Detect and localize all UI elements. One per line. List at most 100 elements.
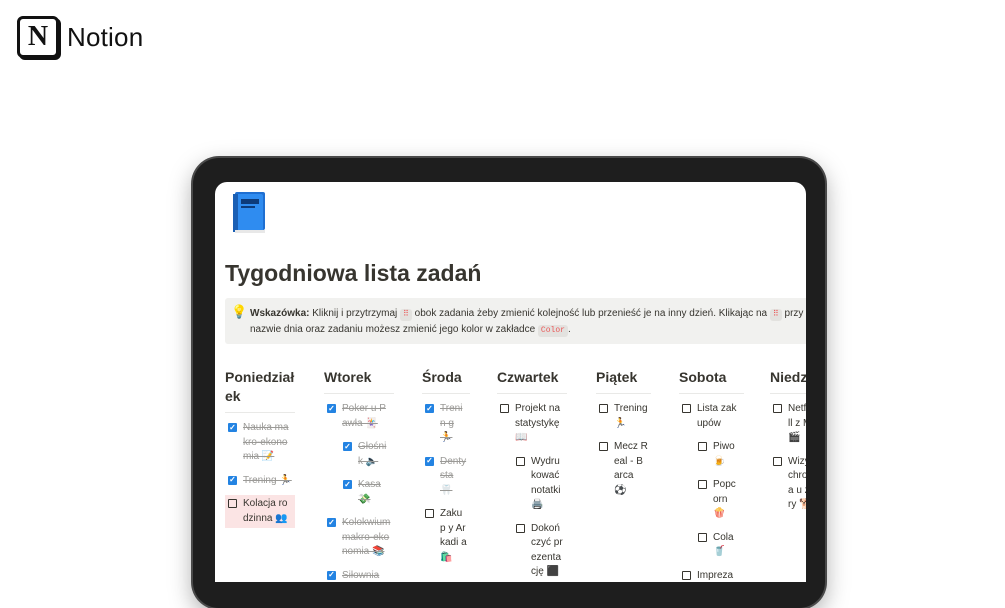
checkbox-checked-icon[interactable] (228, 475, 237, 485)
checkbox-icon[interactable] (500, 404, 509, 413)
task-item[interactable]: Wizyta schroniska u z Mary 🐕 (770, 453, 806, 515)
checkbox-icon[interactable] (682, 404, 691, 413)
task-item[interactable]: Siłownia 💪 (324, 567, 394, 583)
checkbox-icon[interactable] (599, 442, 608, 451)
task-item[interactable]: Trenin g 🏃 (422, 400, 470, 448)
day-header[interactable]: Środa (422, 368, 470, 393)
lightbulb-icon: 💡 (231, 304, 248, 319)
task-item[interactable]: Projekt na statystykę 📖 (497, 400, 567, 448)
checkbox-checked-icon[interactable] (343, 442, 352, 451)
task-item[interactable]: Netflix hill z Mary 🎬 (770, 400, 806, 448)
checkbox-checked-icon[interactable] (327, 404, 336, 413)
task-label: Wizyta schroniska u z Mary 🐕 (788, 455, 806, 511)
checkbox-checked-icon[interactable] (425, 456, 434, 466)
day-header[interactable]: Piątek (596, 368, 651, 393)
task-label: Impreza u Tomka (697, 569, 734, 581)
callout-part1: Kliknij i przytrzymaj (309, 308, 401, 319)
task-label: Denty sta 🦷 (440, 455, 467, 496)
divider (324, 393, 394, 394)
checkbox-checked-icon[interactable] (343, 480, 352, 489)
notion-logo-icon: N (17, 16, 59, 58)
checkbox-icon[interactable] (425, 509, 434, 518)
day-column: Środa Trenin g 🏃 Denty sta 🦷 Zakup y Arkadi… (422, 368, 470, 572)
task-item[interactable]: Nauka makro-ekonomia 📝 (225, 419, 295, 467)
divider (770, 393, 806, 394)
task-item[interactable]: Zakup y Arkadi a 🛍️ (422, 505, 470, 567)
drag-handle-token: ⠿ (400, 309, 412, 321)
task-label: Poker u Pawła 🃏 (342, 403, 386, 429)
day-header[interactable]: Czwartek (497, 368, 567, 393)
checkbox-icon[interactable] (516, 456, 525, 466)
callout-bold: Wskazówka: (250, 308, 310, 319)
checkbox-icon[interactable] (599, 404, 608, 413)
day-column: Sobota Lista zakupów Piwo 🍺 Popcorn 🍿 Cola 🥤… (679, 368, 744, 582)
task-label: Projekt na statystykę 📖 (515, 403, 561, 443)
task-label: Trenin g 🏃 (440, 403, 463, 443)
day-header[interactable]: Poniedział ek (225, 368, 295, 412)
notion-brand: N Notion (17, 16, 143, 58)
task-label: Dokończyć prezentację ⬛ (531, 522, 563, 578)
notion-page: Tygodniowa lista zadań 💡 Wskazówka: Klik… (215, 182, 806, 582)
task-label: Wydrukować notatki 🖨️ (531, 455, 561, 511)
day-column: Czwartek Projekt na statystykę 📖 Wydrukowa… (497, 368, 567, 582)
task-item[interactable]: Dokończyć prezentację ⬛ (513, 520, 567, 582)
task-item[interactable]: Trening 🏃 (596, 400, 651, 433)
checkbox-checked-icon[interactable] (425, 404, 434, 413)
task-label: Lista zakupów (697, 403, 737, 429)
task-item[interactable]: Mecz Real - Barca ⚽ (596, 438, 651, 500)
day-header[interactable]: Wtorek (324, 368, 394, 393)
divider (225, 412, 295, 413)
day-header[interactable]: Niedziela (770, 368, 806, 393)
checkbox-icon[interactable] (773, 456, 782, 466)
task-label: Trening 🏃 (243, 474, 292, 486)
checkbox-checked-icon[interactable] (327, 518, 336, 527)
day-column: Poniedział ek Nauka makro-ekonomia 📝 Treni… (225, 368, 295, 533)
task-label: Kasa 💸 (358, 479, 381, 505)
task-label: Popcorn 🍿 (713, 479, 736, 519)
task-item[interactable]: Trening 🏃 (225, 472, 295, 491)
checkbox-icon[interactable] (698, 442, 707, 451)
callout-part4: . (567, 324, 571, 335)
checkbox-icon[interactable] (516, 523, 525, 533)
task-label: Netflix hill z Mary 🎬 (788, 403, 806, 443)
task-item[interactable]: Kolacja rodzinna 👥 (225, 495, 295, 528)
checkbox-checked-icon[interactable] (228, 423, 237, 432)
divider (497, 393, 567, 394)
task-label: Cola 🥤 (713, 531, 734, 558)
task-label: Piwo 🍺 (713, 441, 735, 467)
tip-callout: 💡 Wskazówka: Kliknij i przytrzymaj ⠿ obo… (225, 298, 806, 344)
task-item[interactable]: Lista zakupów (679, 400, 744, 433)
task-item[interactable]: Cola 🥤 (695, 529, 744, 562)
checkbox-icon[interactable] (228, 499, 237, 508)
checkbox-icon[interactable] (682, 570, 691, 580)
brand-name: Notion (67, 21, 144, 52)
task-item[interactable]: Piwo 🍺 (695, 438, 744, 471)
task-label: Kolokwium makro-ekonomia 📚 (342, 517, 391, 557)
task-item[interactable]: Popcorn 🍿 (695, 476, 744, 524)
task-label: Trening 🏃 (614, 403, 648, 429)
page-title: Tygodniowa lista zadań (225, 260, 482, 286)
task-label: Zakup y Arkadi a 🛍️ (440, 508, 467, 563)
checkbox-icon[interactable] (773, 404, 782, 413)
task-item[interactable]: Impreza u Tomka (679, 567, 744, 583)
divider (596, 393, 651, 394)
checkbox-checked-icon[interactable] (327, 570, 336, 580)
day-header[interactable]: Sobota (679, 368, 744, 393)
blue-book-icon[interactable] (229, 190, 269, 234)
task-item[interactable]: Wydrukować notatki 🖨️ (513, 453, 567, 515)
task-label: Mecz Real - Barca ⚽ (614, 441, 648, 496)
checkbox-icon[interactable] (698, 480, 707, 489)
task-item[interactable]: Kolokwium makro-ekonomia 📚 (324, 514, 394, 562)
drag-handle-token: ⠿ (769, 309, 782, 321)
task-item[interactable]: Poker u Pawła 🃏 (324, 400, 394, 433)
task-item[interactable]: Kasa 💸 (340, 476, 394, 509)
divider (422, 393, 470, 394)
task-label: Siłownia 💪 (342, 569, 380, 581)
task-item[interactable]: Głośnik 🔈 (340, 438, 394, 471)
task-item[interactable]: Denty sta 🦷 (422, 453, 470, 501)
day-column: Wtorek Poker u Pawła 🃏 Głośnik 🔈 Kasa 💸 Kolo… (324, 368, 394, 582)
checkbox-icon[interactable] (698, 532, 707, 542)
callout-part2: obok zadania żeby zmienić kolejność lub … (411, 308, 770, 319)
callout-text: Wskazówka: Kliknij i przytrzymaj ⠿ obok … (250, 306, 806, 338)
task-label: Nauka makro-ekonomia 📝 (243, 422, 289, 462)
